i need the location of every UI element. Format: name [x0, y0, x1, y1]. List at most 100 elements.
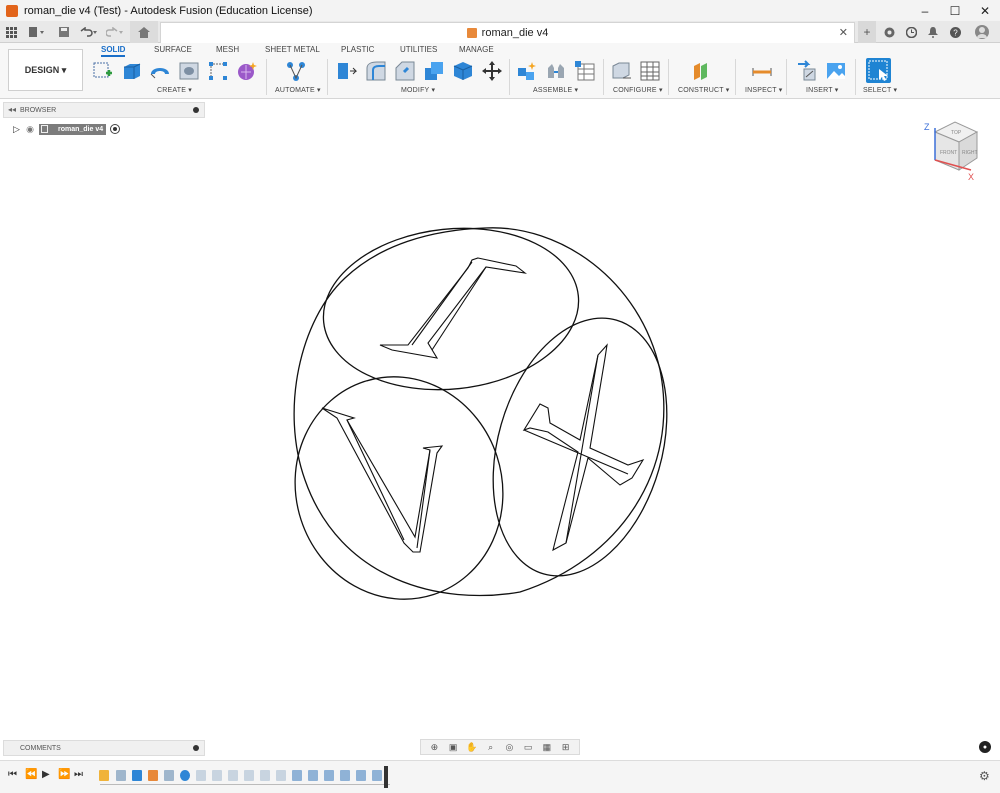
display-settings-icon[interactable]: ▭	[522, 742, 534, 752]
chat-icon[interactable]: ●	[979, 741, 991, 753]
assemble-group-label[interactable]: ASSEMBLE ▾	[533, 86, 578, 94]
timeline-feature[interactable]	[356, 770, 366, 781]
grid-settings-icon[interactable]: ▦	[541, 742, 553, 752]
play-icon[interactable]: ▶	[42, 769, 50, 780]
help-icon[interactable]: ?	[946, 21, 964, 43]
timeline-feature[interactable]	[308, 770, 318, 781]
move-copy-icon[interactable]	[481, 60, 503, 82]
timeline-settings-gear-icon[interactable]: ⚙	[979, 769, 990, 783]
redo-icon[interactable]	[104, 21, 126, 43]
joint-icon[interactable]	[545, 60, 567, 82]
timeline-feature[interactable]	[196, 770, 206, 781]
app-grid-icon[interactable]	[2, 21, 20, 43]
shell-icon[interactable]	[452, 60, 474, 82]
step-back-icon[interactable]: ⏪	[25, 769, 37, 780]
add-comment-icon[interactable]	[193, 745, 199, 751]
pin-icon[interactable]	[193, 107, 199, 113]
offset-plane-icon[interactable]	[691, 60, 713, 82]
timeline-feature[interactable]	[148, 770, 158, 781]
select-icon[interactable]	[866, 58, 891, 83]
viewcube-right-face[interactable]: RIGHT	[962, 150, 978, 156]
minimize-button[interactable]: –	[910, 0, 940, 21]
tab-utilities[interactable]: UTILITIES	[400, 45, 437, 54]
close-tab-icon[interactable]: ✕	[839, 26, 848, 39]
inspect-group-label[interactable]: INSPECT ▾	[745, 86, 782, 94]
construct-group-label[interactable]: CONSTRUCT ▾	[678, 86, 729, 94]
fillet-icon[interactable]	[365, 60, 387, 82]
insert-group-label[interactable]: INSERT ▾	[806, 86, 838, 94]
timeline-feature[interactable]	[212, 770, 222, 781]
fit-icon[interactable]: ◎	[503, 742, 515, 752]
document-tab[interactable]: roman_die v4 ✕	[160, 22, 855, 43]
extrude-icon[interactable]	[121, 60, 143, 82]
look-at-icon[interactable]: ▣	[447, 742, 459, 752]
combine-icon[interactable]	[423, 60, 445, 82]
modify-group-label[interactable]: MODIFY ▾	[401, 86, 435, 94]
comments-panel-header[interactable]: COMMENTS	[3, 740, 205, 756]
new-tab-icon[interactable]: +	[858, 21, 876, 43]
create-sketch-icon[interactable]	[92, 60, 114, 82]
tab-sheet-metal[interactable]: SHEET METAL	[265, 45, 320, 54]
workspace-switcher[interactable]: DESIGN ▾	[8, 49, 83, 91]
engraved-letter-x[interactable]	[522, 343, 645, 552]
timeline-feature[interactable]	[276, 770, 286, 781]
zoom-icon[interactable]: ⌕	[485, 742, 497, 752]
timeline-marker[interactable]	[384, 766, 388, 788]
tab-plastic[interactable]: PLASTIC	[341, 45, 374, 54]
create-form-icon[interactable]	[236, 60, 258, 82]
engraved-letter-i[interactable]	[379, 257, 528, 359]
bill-of-materials-icon[interactable]	[574, 60, 596, 82]
step-forward-icon[interactable]: ⏩	[58, 769, 70, 780]
design-viewport[interactable]: Z X TOP FRONT RIGHT	[0, 118, 1000, 738]
automate-icon[interactable]	[285, 60, 307, 82]
timeline-feature[interactable]	[228, 770, 238, 781]
insert-derive-icon[interactable]	[796, 60, 818, 82]
timeline-feature[interactable]	[244, 770, 254, 781]
configure-group-label[interactable]: CONFIGURE ▾	[613, 86, 663, 94]
timeline-feature-sketch[interactable]	[99, 770, 109, 781]
pan-hand-icon[interactable]: ✋	[466, 742, 478, 752]
die-silhouette[interactable]	[293, 227, 665, 597]
save-icon[interactable]	[56, 21, 72, 43]
go-to-start-icon[interactable]: ⏮	[8, 769, 17, 780]
timeline-feature[interactable]	[372, 770, 382, 781]
maximize-button[interactable]: ☐	[940, 0, 970, 21]
timeline-feature[interactable]	[164, 770, 174, 781]
close-window-button[interactable]: ✕	[970, 0, 1000, 21]
collapse-chevron-icon[interactable]: ◂◂	[8, 105, 16, 114]
configure-icon[interactable]	[610, 60, 632, 82]
rectangular-pattern-icon[interactable]	[207, 60, 229, 82]
timeline-feature[interactable]	[340, 770, 350, 781]
user-avatar[interactable]	[972, 21, 992, 43]
viewcube-front-face[interactable]: FRONT	[940, 150, 957, 156]
timeline-feature-sphere[interactable]	[180, 770, 190, 781]
extensions-icon[interactable]	[880, 21, 898, 43]
insert-canvas-icon[interactable]	[825, 60, 847, 82]
timeline-feature[interactable]	[292, 770, 302, 781]
timeline-feature[interactable]	[260, 770, 270, 781]
left-face-outline[interactable]	[266, 350, 531, 627]
tab-manage[interactable]: MANAGE	[459, 45, 494, 54]
home-icon[interactable]	[130, 21, 158, 43]
tab-solid[interactable]: SOLID	[101, 45, 126, 57]
timeline-feature-extrude[interactable]	[132, 770, 142, 781]
measure-icon[interactable]	[751, 60, 773, 82]
engraved-letter-v[interactable]	[321, 407, 444, 553]
job-status-icon[interactable]	[902, 21, 920, 43]
file-menu-icon[interactable]	[26, 21, 48, 43]
canvas[interactable]	[0, 118, 1000, 738]
tab-mesh[interactable]: MESH	[216, 45, 239, 54]
new-component-icon[interactable]	[516, 60, 538, 82]
notifications-bell-icon[interactable]	[924, 21, 942, 43]
viewcube-top-face[interactable]: TOP	[951, 130, 962, 136]
hole-icon[interactable]	[178, 60, 200, 82]
press-pull-icon[interactable]	[335, 60, 358, 82]
orbit-icon[interactable]: ⊕	[428, 742, 440, 752]
create-group-label[interactable]: CREATE ▾	[157, 86, 192, 94]
viewports-icon[interactable]: ⊞	[560, 742, 572, 752]
automate-group-label[interactable]: AUTOMATE ▾	[275, 86, 321, 94]
timeline-feature[interactable]	[116, 770, 126, 781]
chamfer-icon[interactable]	[394, 60, 416, 82]
undo-icon[interactable]	[78, 21, 100, 43]
timeline-feature[interactable]	[324, 770, 334, 781]
